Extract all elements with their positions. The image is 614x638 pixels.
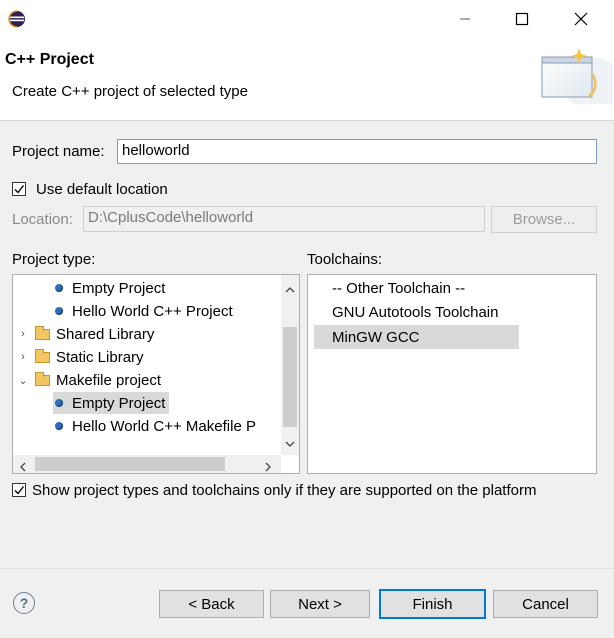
page-subtitle: Create C++ project of selected type <box>12 83 248 100</box>
chevron-right-icon[interactable]: › <box>17 351 29 363</box>
close-icon <box>574 12 588 26</box>
tree-item-label: Makefile project <box>56 371 162 389</box>
scroll-right-icon[interactable] <box>265 459 272 473</box>
filter-supported-checkbox[interactable] <box>12 483 26 497</box>
filter-supported-label: Show project types and toolchains only i… <box>32 482 537 499</box>
use-default-location-label: Use default location <box>36 181 168 198</box>
project-type-bullet-icon <box>55 284 63 292</box>
minimize-icon <box>460 18 470 20</box>
folder-open-icon <box>35 371 50 386</box>
toolchains-label: Toolchains: <box>307 251 383 268</box>
toolchain-item-gnu-autotools[interactable]: GNU Autotools Toolchain <box>332 301 499 323</box>
chevron-right-icon[interactable]: › <box>17 328 29 340</box>
eclipse-icon <box>8 10 26 28</box>
tree-item-makefile-project[interactable]: ⌄ Makefile project <box>17 369 161 391</box>
project-type-tree[interactable]: Empty Project Hello World C++ Project › … <box>12 274 300 474</box>
browse-button[interactable]: Browse... <box>491 206 597 233</box>
use-default-location-checkbox[interactable] <box>12 182 26 196</box>
finish-button[interactable]: Finish <box>379 589 486 619</box>
tree-item-label: Shared Library <box>56 325 155 343</box>
horizontal-scrollbar[interactable] <box>13 455 281 473</box>
page-title: C++ Project <box>5 51 94 68</box>
toolchain-item-mingw-gcc[interactable]: MinGW GCC <box>314 325 519 349</box>
tree-item-shared-library[interactable]: › Shared Library <box>17 323 154 345</box>
tree-item-empty-project-makefile[interactable]: Empty Project <box>53 392 170 414</box>
folder-icon <box>35 325 50 340</box>
back-button[interactable]: < Back <box>159 590 264 618</box>
help-icon[interactable]: ? <box>13 592 35 614</box>
toolchain-item-other[interactable]: -- Other Toolchain -- <box>332 277 465 299</box>
scroll-left-icon[interactable] <box>19 459 26 473</box>
close-button[interactable] <box>566 8 596 30</box>
minimize-button[interactable] <box>450 8 480 30</box>
maximize-button[interactable] <box>507 8 537 30</box>
project-type-label: Project type: <box>12 251 96 268</box>
project-name-label: Project name: <box>12 143 105 160</box>
new-project-wizard-icon <box>533 44 614 110</box>
scroll-down-icon[interactable] <box>285 435 295 452</box>
checkmark-icon <box>14 185 25 194</box>
tree-item-static-library[interactable]: › Static Library <box>17 346 144 368</box>
maximize-icon <box>515 12 529 26</box>
checkmark-icon <box>14 486 25 495</box>
tree-item-label: Static Library <box>56 348 144 366</box>
chevron-down-icon[interactable]: ⌄ <box>17 374 29 387</box>
button-bar-divider <box>0 568 614 569</box>
horizontal-scroll-thumb[interactable] <box>35 457 225 471</box>
vertical-scrollbar[interactable] <box>281 275 299 455</box>
tree-item-label: Empty Project <box>72 394 166 412</box>
next-button[interactable]: Next > <box>270 590 370 618</box>
project-type-bullet-icon <box>55 422 63 430</box>
cancel-button[interactable]: Cancel <box>493 590 598 618</box>
location-label: Location: <box>12 211 73 228</box>
project-type-bullet-icon <box>55 307 63 315</box>
tree-item-hello-world-cpp[interactable]: Hello World C++ Project <box>55 300 233 322</box>
vertical-scroll-thumb[interactable] <box>283 327 297 427</box>
folder-icon <box>35 348 50 363</box>
project-name-input[interactable]: helloworld <box>117 139 597 164</box>
tree-item-label: Hello World C++ Project <box>72 302 233 320</box>
tree-item-hello-world-makefile[interactable]: Hello World C++ Makefile P <box>55 415 256 437</box>
tree-item-label: Hello World C++ Makefile P <box>72 417 256 435</box>
tree-item-label: Empty Project <box>72 279 166 297</box>
tree-item-empty-project-cpp[interactable]: Empty Project <box>55 277 165 299</box>
scroll-up-icon[interactable] <box>285 280 295 297</box>
project-type-bullet-icon <box>55 399 63 407</box>
toolchains-list[interactable]: -- Other Toolchain -- GNU Autotools Tool… <box>307 274 597 474</box>
location-input[interactable]: D:\CplusCode\helloworld <box>83 206 485 232</box>
